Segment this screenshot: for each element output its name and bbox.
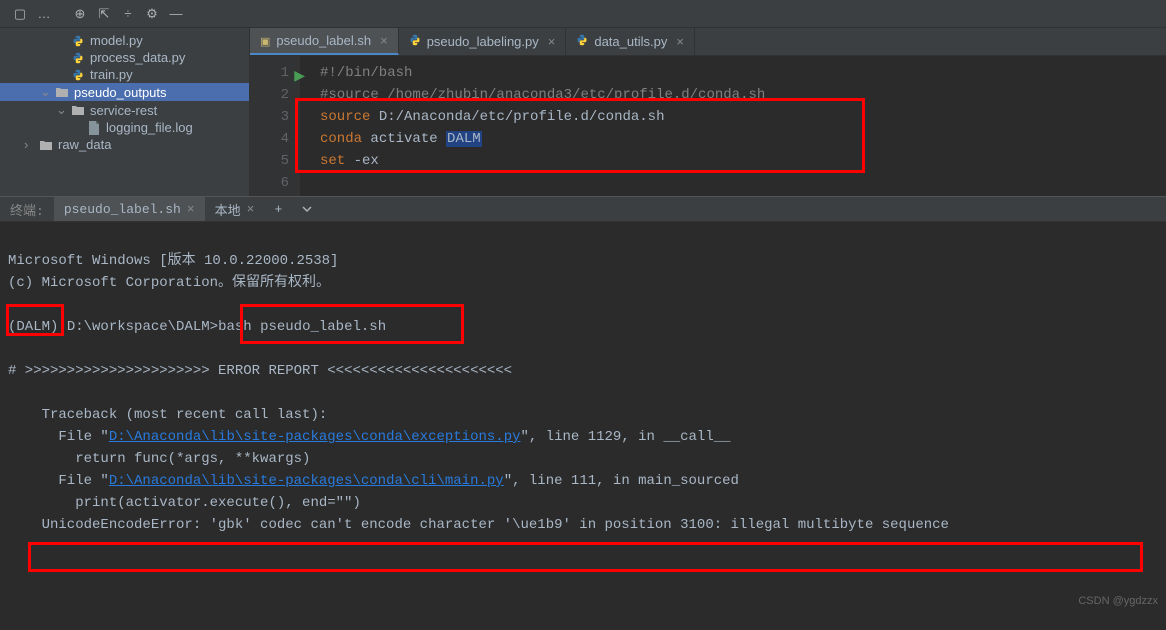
- tree-item-model-py[interactable]: model.py: [0, 32, 249, 49]
- code-line[interactable]: #source /home/zhubin/anaconda3/etc/profi…: [320, 84, 1166, 106]
- folder-icon: [38, 139, 54, 151]
- tab-label: pseudo_label.sh: [276, 33, 371, 48]
- code-line[interactable]: set -ex: [320, 150, 1166, 172]
- py-icon: [70, 35, 86, 47]
- code-line[interactable]: conda activate DALM: [320, 128, 1166, 150]
- traceback-link-1[interactable]: D:\Anaconda\lib\site-packages\conda\exce…: [109, 429, 521, 445]
- tree-item-label: model.py: [90, 33, 143, 48]
- tab-pseudo_label-sh[interactable]: ▣ pseudo_label.sh ×: [250, 28, 399, 55]
- tree-item-label: process_data.py: [90, 50, 185, 65]
- py-icon: [70, 69, 86, 81]
- close-icon[interactable]: ×: [187, 202, 195, 217]
- line-number: 2: [250, 84, 289, 106]
- expand-icon[interactable]: ⇱: [92, 2, 116, 26]
- tree-item-label: service-rest: [90, 103, 157, 118]
- terminal-tab-script[interactable]: pseudo_label.sh×: [54, 197, 205, 221]
- py-icon: [576, 34, 588, 49]
- add-terminal-button[interactable]: +: [264, 197, 292, 221]
- terminal-tab-local[interactable]: 本地×: [205, 197, 265, 221]
- tree-item-process_data-py[interactable]: process_data.py: [0, 49, 249, 66]
- toolbar: ▢ … ⊕ ⇱ ÷ ⚙ —: [0, 0, 1166, 28]
- traceback-link-2[interactable]: D:\Anaconda\lib\site-packages\conda\cli\…: [109, 473, 504, 489]
- file-icon: [86, 121, 102, 135]
- line-number: 5: [250, 150, 289, 172]
- tab-label: data_utils.py: [594, 34, 667, 49]
- folder-icon: [70, 104, 86, 116]
- editor-tabs: ▣pseudo_label.sh×pseudo_labeling.py×data…: [250, 28, 1166, 56]
- line-number: 3: [250, 106, 289, 128]
- target-icon[interactable]: ⊕: [68, 2, 92, 26]
- close-icon[interactable]: ×: [247, 202, 255, 217]
- line-number: 4: [250, 128, 289, 150]
- tree-item-label: logging_file.log: [106, 120, 193, 135]
- tree-item-label: pseudo_outputs: [74, 85, 167, 100]
- tab-data_utils-py[interactable]: data_utils.py ×: [566, 28, 695, 55]
- terminal-label: 终端:: [0, 197, 54, 221]
- terminal-menu-button[interactable]: [292, 197, 322, 221]
- tree-item-raw_data[interactable]: ›raw_data: [0, 136, 249, 153]
- tree-item-logging_file-log[interactable]: logging_file.log: [0, 119, 249, 136]
- hide-icon[interactable]: —: [164, 2, 188, 26]
- line-number: 6: [250, 172, 289, 194]
- close-icon[interactable]: ×: [548, 34, 556, 49]
- file-tree: model.py process_data.py train.py⌄pseudo_o…: [0, 28, 250, 196]
- folder-icon: [54, 86, 70, 98]
- sh-icon: ▣: [260, 33, 270, 48]
- terminal-panel: 终端: pseudo_label.sh× 本地× + Microsoft Win…: [0, 196, 1166, 609]
- terminal-output[interactable]: Microsoft Windows [版本 10.0.22000.2538] (…: [0, 222, 1166, 630]
- close-icon[interactable]: ×: [676, 34, 684, 49]
- dropdown-icon[interactable]: …: [32, 2, 56, 26]
- tree-item-pseudo_outputs[interactable]: ⌄pseudo_outputs: [0, 83, 249, 101]
- code-line[interactable]: [320, 172, 1166, 194]
- collapse-icon[interactable]: ÷: [116, 2, 140, 26]
- project-icon[interactable]: ▢: [8, 2, 32, 26]
- line-number: 1▶: [250, 62, 289, 84]
- highlight-box-error: [28, 542, 1143, 572]
- gear-icon[interactable]: ⚙: [140, 2, 164, 26]
- watermark: CSDN @ygdzzx: [1078, 595, 1158, 607]
- tree-item-service-rest[interactable]: ⌄service-rest: [0, 101, 249, 119]
- tree-item-label: raw_data: [58, 137, 111, 152]
- tree-item-train-py[interactable]: train.py: [0, 66, 249, 83]
- close-icon[interactable]: ×: [380, 33, 388, 48]
- tab-label: pseudo_labeling.py: [427, 34, 539, 49]
- tab-pseudo_labeling-py[interactable]: pseudo_labeling.py ×: [399, 28, 567, 55]
- py-icon: [70, 52, 86, 64]
- py-icon: [409, 34, 421, 49]
- tree-item-label: train.py: [90, 67, 133, 82]
- code-line[interactable]: #!/bin/bash: [320, 62, 1166, 84]
- code-line[interactable]: source D:/Anaconda/etc/profile.d/conda.s…: [320, 106, 1166, 128]
